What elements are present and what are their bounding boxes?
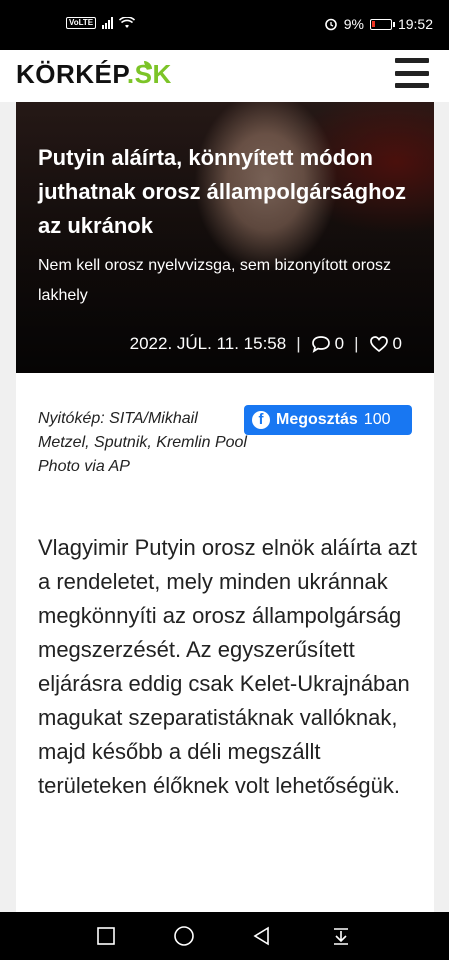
- meta-separator: |: [354, 334, 359, 353]
- article-title: Putyin aláírta, könnyített módon juthatn…: [38, 145, 406, 238]
- article-content: Nyitókép: SITA/Mikhail Metzel, Sputnik, …: [16, 373, 434, 913]
- comment-count-value: 0: [334, 334, 345, 353]
- article-subtitle: Nem kell orosz nyelvvizsga, sem bizonyít…: [38, 257, 392, 304]
- like-count[interactable]: 0: [369, 334, 402, 354]
- logo-text: KÖRKÉP: [16, 59, 127, 89]
- battery-icon: [369, 18, 395, 30]
- alarm-icon: [324, 18, 337, 31]
- clock: 19:52: [397, 16, 433, 32]
- status-left: VoLTE: [66, 17, 136, 29]
- recents-square-icon[interactable]: [96, 926, 116, 946]
- facebook-icon: f: [252, 411, 270, 429]
- like-count-value: 0: [392, 334, 402, 353]
- signal-icon: [102, 17, 114, 29]
- hero-image: Putyin aláírta, könnyített módon juthatn…: [16, 102, 434, 373]
- article-lead: Vlagyimir Putyin orosz elnök aláírta azt…: [38, 535, 418, 798]
- site-header: KÖRKÉP.SK: [0, 50, 449, 102]
- back-triangle-icon[interactable]: [252, 926, 272, 946]
- share-count: 100: [363, 411, 391, 428]
- system-nav-bar: [0, 912, 449, 960]
- photo-credit: Nyitókép: SITA/Mikhail Metzel, Sputnik, …: [38, 410, 247, 475]
- notification-pull-icon[interactable]: [331, 926, 351, 946]
- status-right: 9% 19:52: [324, 16, 433, 32]
- article-meta: 2022. JÚL. 11. 15:58 | 0 | 0: [130, 334, 402, 354]
- heart-icon: [369, 336, 388, 353]
- battery-percent: 9%: [343, 16, 364, 32]
- facebook-share-button[interactable]: f Megosztás 100: [244, 405, 412, 435]
- hamburger-menu-icon[interactable]: [395, 58, 429, 88]
- site-logo[interactable]: KÖRKÉP.SK: [16, 59, 172, 89]
- meta-separator: |: [296, 334, 301, 353]
- volte-badge: VoLTE: [66, 17, 97, 29]
- wifi-icon: [119, 17, 136, 28]
- share-label: Megosztás: [276, 411, 358, 428]
- publish-date: 2022. JÚL. 11. 15:58: [129, 334, 287, 353]
- home-circle-icon[interactable]: [173, 926, 195, 946]
- comment-bubble-icon: [311, 336, 330, 353]
- comment-count[interactable]: 0: [311, 334, 344, 354]
- status-bar: VoLTE 9% 19:52: [0, 0, 449, 50]
